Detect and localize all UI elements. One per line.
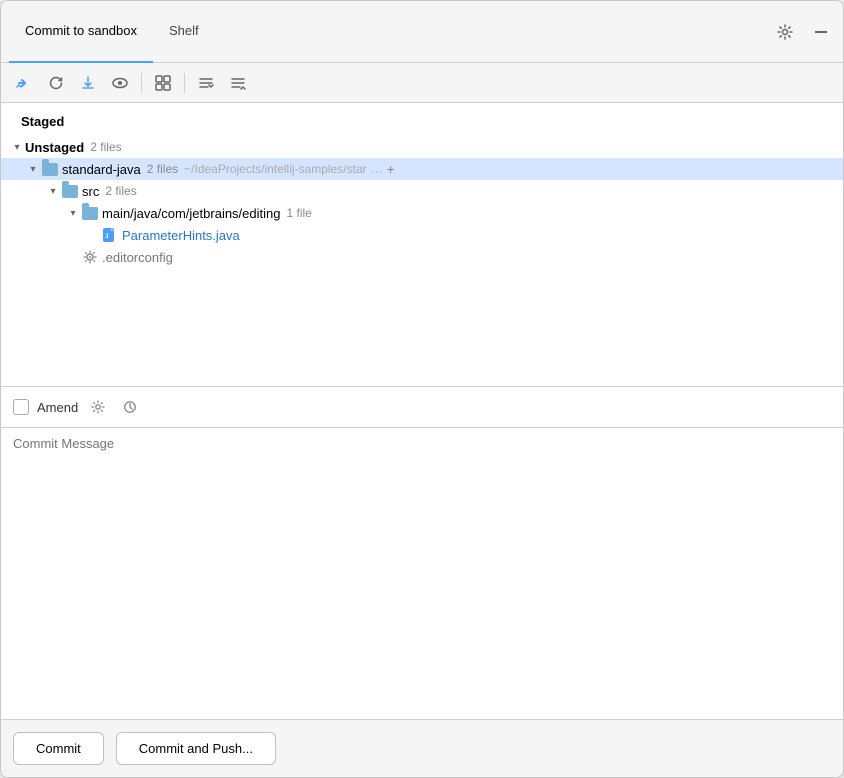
amend-settings-icon[interactable] [86, 395, 110, 419]
unstaged-section[interactable]: ▾ Unstaged 2 files [1, 136, 843, 158]
add-button[interactable] [9, 69, 39, 97]
repo-row[interactable]: ▾ standard-java 2 files ~/IdeaProjects/i… [1, 158, 843, 180]
editorconfig-icon [81, 249, 99, 265]
bottom-bar: Commit Commit and Push... [1, 719, 843, 777]
path-ellipsis: … [371, 162, 383, 176]
amend-label: Amend [37, 400, 78, 415]
title-bar: Commit to sandbox Shelf [1, 1, 843, 63]
main-path-row[interactable]: ▾ main/java/com/jetbrains/editing 1 file [1, 202, 843, 224]
editorconfig-row[interactable]: .editorconfig [1, 246, 843, 268]
refresh-button[interactable] [41, 69, 71, 97]
repo-chevron: ▾ [25, 161, 41, 177]
staged-section[interactable]: Staged [1, 107, 843, 136]
grid-button[interactable] [148, 69, 178, 97]
minimize-button[interactable] [807, 18, 835, 46]
tab-commit[interactable]: Commit to sandbox [9, 1, 153, 63]
commit-message-input[interactable] [1, 428, 843, 719]
java-file-icon: J [101, 227, 119, 243]
file-tree: Staged ▾ Unstaged 2 files ▾ standard-jav… [1, 103, 843, 386]
repo-folder-icon [41, 161, 59, 177]
src-folder-icon [61, 183, 79, 199]
src-folder-row[interactable]: ▾ src 2 files [1, 180, 843, 202]
java-file-row[interactable]: J ParameterHints.java [1, 224, 843, 246]
amend-checkbox[interactable] [13, 399, 29, 415]
toolbar-separator-1 [141, 73, 142, 93]
amend-bar: Amend [1, 386, 843, 428]
tab-shelf[interactable]: Shelf [153, 1, 215, 63]
commit-and-push-button[interactable]: Commit and Push... [116, 732, 276, 765]
main-window: Commit to sandbox Shelf [0, 0, 844, 778]
src-chevron: ▾ [45, 183, 61, 199]
collapse-all-button[interactable] [223, 69, 253, 97]
download-button[interactable] [73, 69, 103, 97]
add-file-button[interactable]: + [387, 161, 395, 177]
expand-all-button[interactable] [191, 69, 221, 97]
eye-button[interactable] [105, 69, 135, 97]
main-folder-icon [81, 205, 99, 221]
toolbar [1, 63, 843, 103]
title-bar-actions [771, 18, 835, 46]
svg-text:J: J [105, 233, 109, 240]
unstaged-chevron: ▾ [9, 139, 25, 155]
toolbar-separator-2 [184, 73, 185, 93]
settings-icon-button[interactable] [771, 18, 799, 46]
commit-button[interactable]: Commit [13, 732, 104, 765]
amend-history-icon[interactable] [118, 395, 142, 419]
main-path-chevron: ▾ [65, 205, 81, 221]
